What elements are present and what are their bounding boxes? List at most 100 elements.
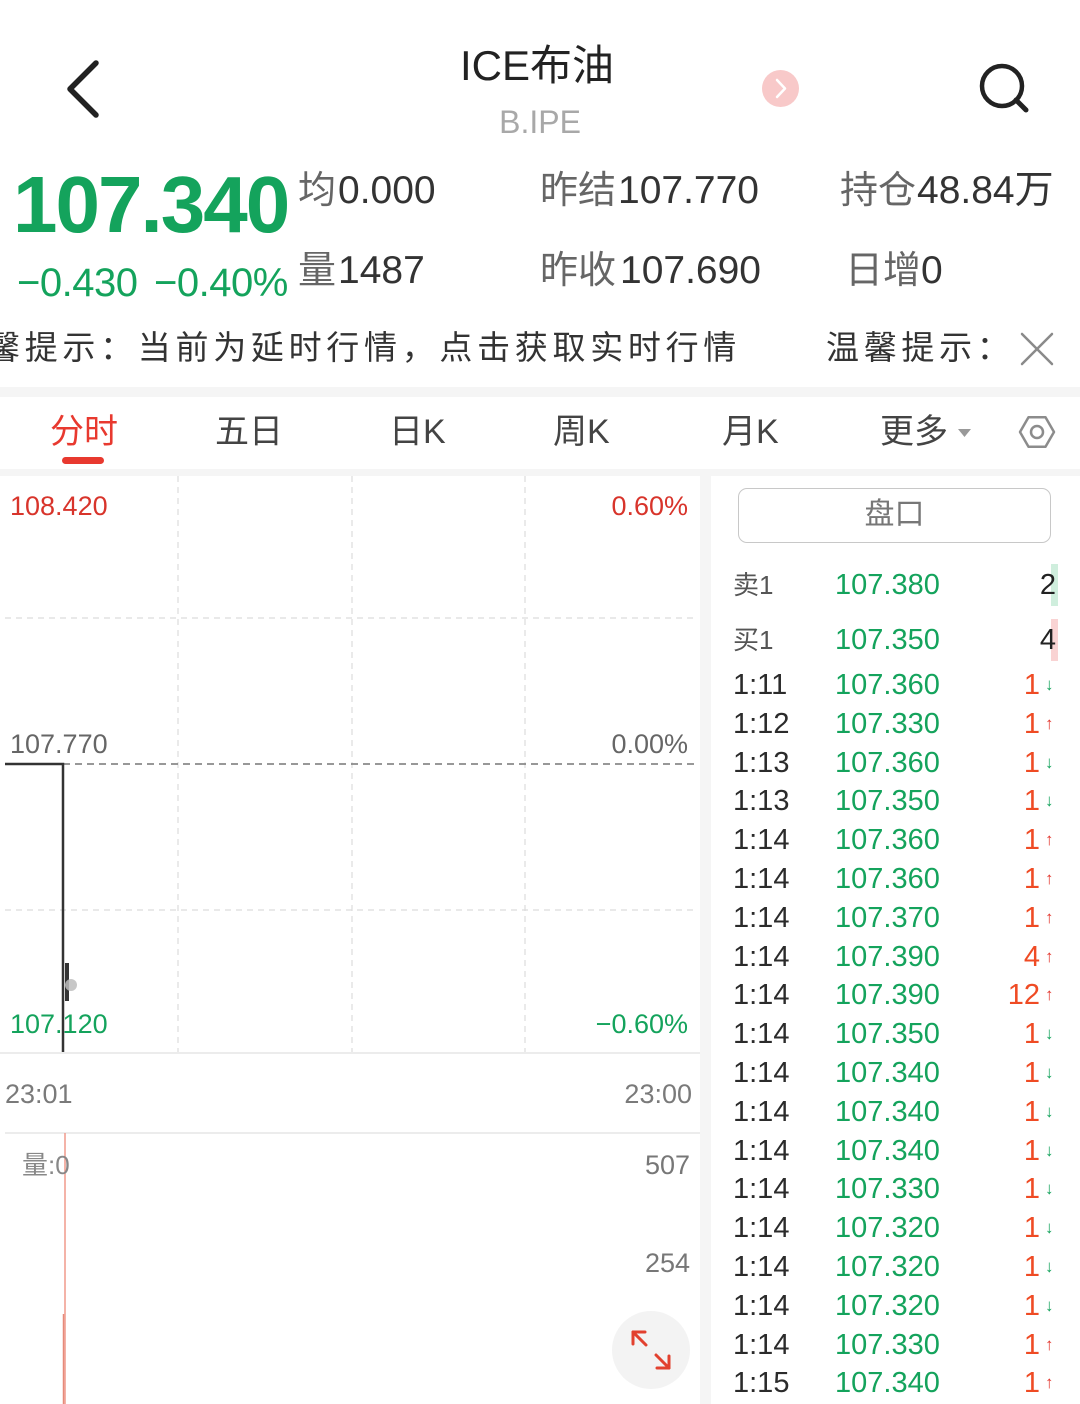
trade-price: 107.350: [835, 1018, 940, 1051]
up-arrow-icon: ↑: [1045, 985, 1054, 1005]
trade-volume: 1: [1023, 669, 1040, 701]
trade-price: 107.340: [835, 1056, 940, 1089]
trade-row: 1:14 107.350 1 ↓: [712, 1015, 1080, 1054]
tab-intraday[interactable]: 分时: [50, 407, 118, 457]
caret-down-icon[interactable]: [958, 429, 971, 437]
trade-row: 1:14 107.390 12 ↑: [712, 976, 1080, 1015]
back-button[interactable]: [56, 52, 112, 124]
down-arrow-icon: ↓: [1045, 791, 1054, 811]
trade-time: 1:14: [733, 979, 790, 1012]
down-arrow-icon: ↓: [1045, 1295, 1054, 1315]
volume-axis-mid: 254: [644, 1248, 690, 1278]
trade-time: 1:14: [733, 940, 790, 973]
trade-row: 1:14 107.340 1 ↓: [712, 1132, 1080, 1171]
page-title: ICE布油: [459, 42, 614, 89]
trade-volume: 4: [1023, 940, 1040, 973]
oi-change-label: 日增: [845, 250, 922, 292]
down-arrow-icon: ↓: [1045, 1024, 1054, 1044]
fullscreen-button[interactable]: [612, 1311, 690, 1389]
open-interest-value: 48.84万: [917, 169, 1054, 212]
trade-volume: 1: [1023, 1134, 1040, 1167]
trade-price: 107.360: [835, 746, 940, 779]
trade-row: 1:14 107.370 1 ↑: [712, 899, 1080, 938]
trade-price: 107.390: [835, 979, 940, 1012]
trade-time: 1:13: [733, 746, 790, 779]
trade-price: 107.340: [835, 1095, 940, 1128]
chevron-right-icon: [775, 78, 787, 99]
trade-volume: 1: [1023, 824, 1040, 857]
trade-row: 1:14 107.360 1 ↑: [712, 821, 1080, 860]
down-arrow-icon: ↓: [1045, 1256, 1054, 1276]
trade-volume: 1: [1023, 1289, 1040, 1322]
trade-price: 107.320: [835, 1212, 940, 1245]
trade-list: 1:11 107.360 1 ↓ 1:12 107.330 1 ↑ 1:13 107.360 1 ↓ 1…: [712, 666, 1080, 1403]
up-arrow-icon: ↑: [1045, 1334, 1054, 1354]
open-interest-label: 持仓: [840, 170, 917, 212]
order-book-button[interactable]: 盘口: [738, 488, 1051, 543]
trade-time: 1:14: [733, 824, 790, 857]
active-tab-indicator: [62, 457, 104, 464]
trade-time: 1:12: [733, 707, 790, 740]
chart-settings-button[interactable]: [1017, 412, 1057, 452]
chevron-left-icon: [67, 60, 99, 118]
price-change-percent: −0.40%: [154, 261, 288, 305]
pct-axis-high: 0.60%: [611, 491, 688, 521]
notice-text-repeat[interactable]: 温馨提示：: [826, 322, 1012, 374]
trade-volume: 1: [1023, 785, 1040, 818]
volume-label: 量: [298, 250, 337, 292]
volume-readout: 量:0: [22, 1150, 70, 1180]
trade-price: 107.340: [835, 1367, 940, 1400]
trade-row: 1:14 107.340 1 ↓: [712, 1093, 1080, 1132]
tab-five-day[interactable]: 五日: [215, 407, 283, 457]
trade-price: 107.330: [835, 1328, 940, 1361]
trade-price: 107.390: [835, 940, 940, 973]
prev-close-label: 昨收: [540, 250, 617, 292]
last-price: 107.340: [13, 160, 290, 249]
trade-price: 107.320: [835, 1289, 940, 1322]
trade-volume: 1: [1023, 1212, 1040, 1245]
trade-volume: 1: [1023, 1095, 1040, 1128]
notice-close-button[interactable]: [1019, 331, 1055, 367]
search-icon: [979, 63, 1029, 113]
ask-row: 卖1 107.380 2: [712, 563, 1080, 607]
search-button[interactable]: [975, 59, 1035, 119]
symbol-code: B.IPE: [499, 104, 581, 140]
trade-row: 1:14 107.320 1 ↓: [712, 1209, 1080, 1248]
trade-price: 107.330: [835, 707, 940, 740]
notice-text[interactable]: 馨提示：当前为延时行情，点击获取实时行情: [0, 322, 741, 374]
trade-time: 1:14: [733, 1250, 790, 1283]
trade-volume: 12: [1007, 979, 1040, 1012]
trade-volume: 1: [1023, 901, 1040, 934]
oi-change-value: 0: [921, 249, 943, 292]
price-change: −0.430: [17, 261, 138, 305]
down-arrow-icon: ↓: [1045, 1062, 1054, 1082]
trade-row: 1:13 107.350 1 ↓: [712, 782, 1080, 821]
bid-label: 买1: [733, 625, 774, 655]
trade-time: 1:14: [733, 901, 790, 934]
latest-price-dot: [65, 979, 77, 991]
trade-price: 107.360: [835, 862, 940, 895]
ask-label: 卖1: [733, 570, 774, 600]
next-symbol-button[interactable]: [762, 70, 799, 107]
trade-volume: 1: [1023, 707, 1040, 740]
volume-axis-max: 507: [644, 1150, 690, 1180]
tab-more[interactable]: 更多: [880, 407, 948, 457]
panel-divider: [700, 476, 711, 1404]
section-divider: [0, 387, 1080, 397]
avg-value: 0.000: [338, 169, 436, 212]
trade-row: 1:14 107.360 1 ↑: [712, 860, 1080, 899]
trade-volume: 1: [1023, 746, 1040, 779]
trade-volume: 1: [1023, 1056, 1040, 1089]
tab-monthly-k[interactable]: 月K: [722, 407, 779, 457]
tab-weekly-k[interactable]: 周K: [553, 407, 610, 457]
trade-time: 1:14: [733, 1173, 790, 1206]
down-arrow-icon: ↓: [1045, 1101, 1054, 1121]
bid-price: 107.350: [835, 624, 940, 656]
trade-row: 1:14 107.320 1 ↓: [712, 1248, 1080, 1287]
tab-daily-k[interactable]: 日K: [389, 407, 446, 457]
up-arrow-icon: ↑: [1045, 713, 1054, 733]
trade-price: 107.360: [835, 669, 940, 701]
trade-price: 107.370: [835, 901, 940, 934]
delay-notice-marquee[interactable]: 馨提示：当前为延时行情，点击获取实时行情 温馨提示：: [0, 322, 1012, 374]
down-arrow-icon: ↓: [1045, 1140, 1054, 1160]
